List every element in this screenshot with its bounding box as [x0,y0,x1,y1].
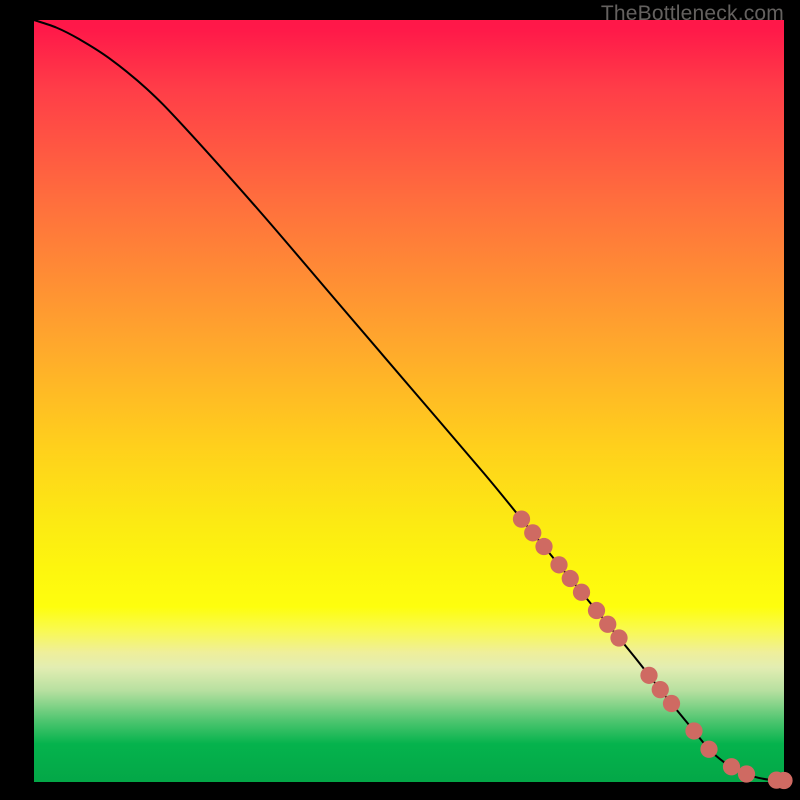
data-dot [524,524,541,541]
data-dot [588,602,605,619]
data-dot [663,695,680,712]
curve-path [34,20,784,780]
data-dot [562,570,579,587]
data-dot [640,667,657,684]
curve-line [34,20,784,780]
data-dot [535,538,552,555]
data-dot [610,629,627,646]
data-dot [775,772,792,789]
chart-overlay [0,0,800,800]
data-dot [738,765,755,782]
data-dot [573,584,590,601]
data-dot [723,758,740,775]
chart-root: TheBottleneck.com [0,0,800,800]
data-dot [700,741,717,758]
data-dot [550,556,567,573]
data-dots [513,510,793,789]
data-dot [513,510,530,527]
data-dot [599,616,616,633]
data-dot [652,681,669,698]
data-dot [685,722,702,739]
